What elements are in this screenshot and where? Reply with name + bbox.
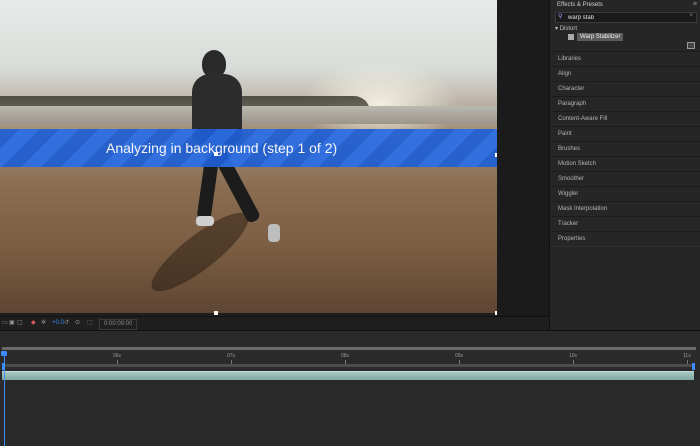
effect-warp-stabilizer[interactable]: Warp Stabilizer <box>568 32 624 41</box>
section-wiggler[interactable]: Wiggler <box>550 186 700 202</box>
section-libraries[interactable]: Libraries <box>550 51 700 67</box>
effects-presets-panel: Effects & Presets ≡ ⚲ × ▾ Distort Warp S… <box>549 0 700 330</box>
snapshot-icon[interactable]: ⊙ <box>75 319 80 328</box>
work-area-bar[interactable] <box>4 364 694 367</box>
exposure-value[interactable]: +0.0 <box>52 319 64 328</box>
new-folder-icon[interactable] <box>687 42 695 49</box>
transform-handle[interactable] <box>214 152 218 156</box>
analyzing-banner: Analyzing in background (step 1 of 2) <box>0 129 497 167</box>
section-motion-sketch[interactable]: Motion Sketch <box>550 156 700 172</box>
current-time-display[interactable]: 0:00:09:00 <box>99 319 138 330</box>
viewer-pasteboard <box>497 0 549 316</box>
effect-icon <box>568 33 574 40</box>
region-of-interest-icon[interactable]: ▭ <box>2 319 8 328</box>
panel-title: Effects & Presets <box>557 2 603 8</box>
playhead[interactable] <box>4 351 5 446</box>
search-icon: ⚲ <box>558 14 563 20</box>
section-align[interactable]: Align <box>550 66 700 82</box>
composition-viewer[interactable]: Analyzing in background (step 1 of 2) <box>0 0 549 316</box>
search-input[interactable] <box>568 13 678 22</box>
clear-icon[interactable]: × <box>689 13 693 19</box>
section-smoother[interactable]: Smoother <box>550 171 700 187</box>
tick-label: 06s <box>113 353 122 359</box>
color-settings-icon[interactable]: ✲ <box>41 319 46 328</box>
video-frame[interactable]: Analyzing in background (step 1 of 2) <box>0 0 497 313</box>
effects-search[interactable]: ⚲ × <box>555 12 697 23</box>
section-paragraph[interactable]: Paragraph <box>550 96 700 112</box>
time-navigator-thumb[interactable] <box>2 347 696 350</box>
show-snapshot-icon[interactable]: ⬚ <box>87 319 93 328</box>
work-area-end-handle[interactable] <box>692 363 695 370</box>
tick-label: 08s <box>341 353 350 359</box>
section-properties[interactable]: Properties <box>550 231 700 247</box>
time-ruler[interactable]: 06s 07s 08s 09s 10s 11s <box>0 351 700 364</box>
tick-label: 11s <box>683 353 691 359</box>
section-tracker[interactable]: Tracker <box>550 216 700 232</box>
mask-visibility-icon[interactable]: ▢ <box>17 319 23 328</box>
effect-label: Warp Stabilizer <box>577 32 624 41</box>
analyzing-banner-text: Analyzing in background (step 1 of 2) <box>106 140 338 156</box>
section-character[interactable]: Character <box>550 81 700 97</box>
time-navigator[interactable] <box>2 347 696 350</box>
tick-label: 10s <box>569 353 578 359</box>
panel-menu-icon[interactable]: ≡ <box>693 1 697 8</box>
section-content-aware-fill[interactable]: Content-Aware Fill <box>550 111 700 127</box>
panel-sections: Libraries Align Character Paragraph Cont… <box>550 51 700 247</box>
section-paint[interactable]: Paint <box>550 126 700 142</box>
transparency-grid-icon[interactable]: ▣ <box>9 319 15 328</box>
section-brushes[interactable]: Brushes <box>550 141 700 157</box>
tick-label: 07s <box>227 353 236 359</box>
timeline-panel: 06s 07s 08s 09s 10s 11s <box>0 330 700 446</box>
tick-label: 09s <box>455 353 464 359</box>
layer-duration-bar[interactable] <box>2 371 694 380</box>
category-distort[interactable]: ▾ Distort <box>555 25 577 32</box>
section-mask-interpolation[interactable]: Mask Interpolation <box>550 201 700 217</box>
color-channel-icon[interactable]: ◆ <box>31 319 36 328</box>
reset-exposure-icon[interactable]: ↺ <box>64 319 69 328</box>
viewer-toolbar: ▭ ▣ ▢ ◆ ✲ +0.0 ↺ ⊙ ⬚ 0:00:09:00 <box>0 316 549 331</box>
transform-handle[interactable] <box>214 311 218 315</box>
